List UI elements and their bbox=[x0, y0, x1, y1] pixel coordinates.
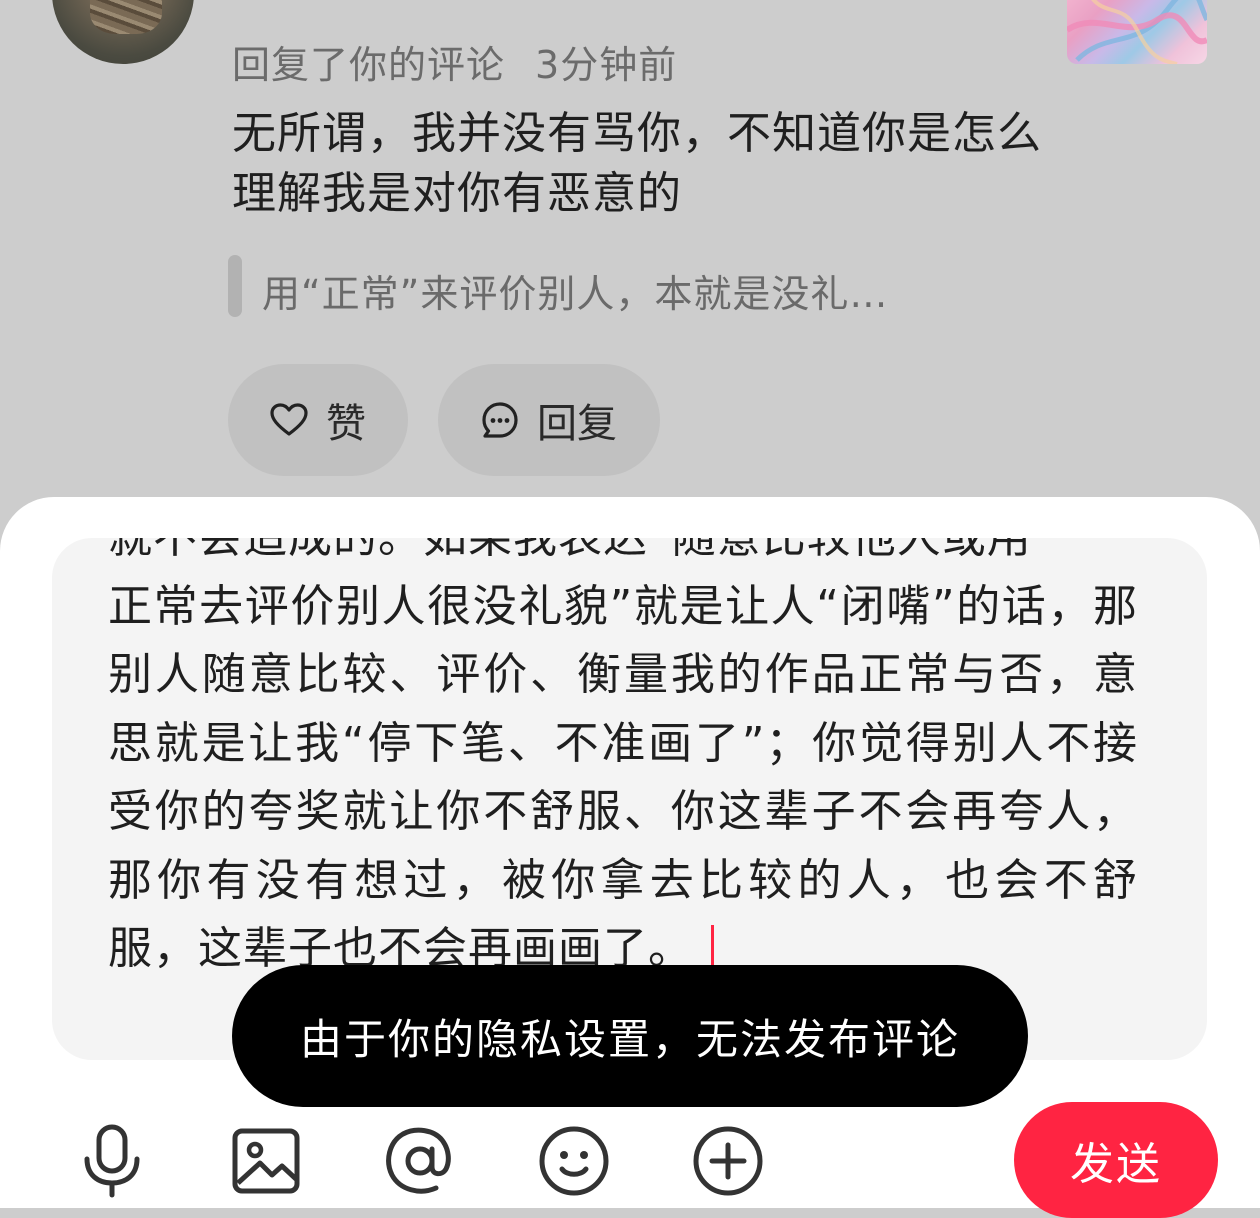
like-button[interactable]: 赞 bbox=[228, 364, 408, 476]
emoji-icon[interactable] bbox=[534, 1121, 614, 1201]
thumbnail-art bbox=[1067, 0, 1207, 64]
send-button[interactable]: 发送 bbox=[1014, 1102, 1218, 1218]
meta-time: 3分钟前 bbox=[535, 43, 678, 87]
comment-composer-sheet: 就不会造成的。如果我表达“随意比较他人或用 正常去评价别人很没礼貌”就是让人“闭… bbox=[0, 497, 1260, 1218]
heart-icon bbox=[270, 403, 308, 437]
input-text[interactable]: 就不会造成的。如果我表达“随意比较他人或用 正常去评价别人很没礼貌”就是让人“闭… bbox=[108, 538, 1138, 984]
microphone-icon[interactable] bbox=[72, 1121, 152, 1201]
meta-action: 回复了你的评论 bbox=[232, 43, 506, 87]
quote-bar bbox=[228, 255, 242, 317]
at-icon[interactable] bbox=[380, 1121, 460, 1201]
quote-text: 用“正常”来评价别人，本就是没礼… bbox=[262, 272, 889, 316]
privacy-toast: 由于你的隐私设置，无法发布评论 bbox=[232, 965, 1028, 1107]
post-thumbnail[interactable] bbox=[1067, 0, 1207, 64]
plus-icon[interactable] bbox=[688, 1121, 768, 1201]
reply-button[interactable]: 回复 bbox=[438, 364, 660, 476]
like-label: 赞 bbox=[326, 401, 366, 447]
avatar-image bbox=[90, 0, 162, 34]
comment-bubble-icon bbox=[481, 401, 519, 439]
image-icon[interactable] bbox=[226, 1121, 306, 1201]
input-text-clipped-line: 就不会造成的。如果我表达“随意比较他人或用 bbox=[108, 538, 1032, 563]
quoted-comment[interactable]: 用“正常”来评价别人，本就是没礼… bbox=[228, 255, 988, 317]
input-text-body: 正常去评价别人很没礼貌”就是让人“闭嘴”的话，那别人随意比较、评价、衡量我的作品… bbox=[108, 580, 1138, 975]
reply-label: 回复 bbox=[537, 401, 617, 447]
avatar[interactable] bbox=[52, 0, 194, 64]
comment-text[interactable]: 无所谓，我并没有骂你，不知道你是怎么理解我是对你有恶意的 bbox=[232, 104, 1052, 224]
text-caret bbox=[711, 925, 714, 969]
comment-meta: 回复了你的评论 3分钟前 bbox=[232, 34, 677, 89]
